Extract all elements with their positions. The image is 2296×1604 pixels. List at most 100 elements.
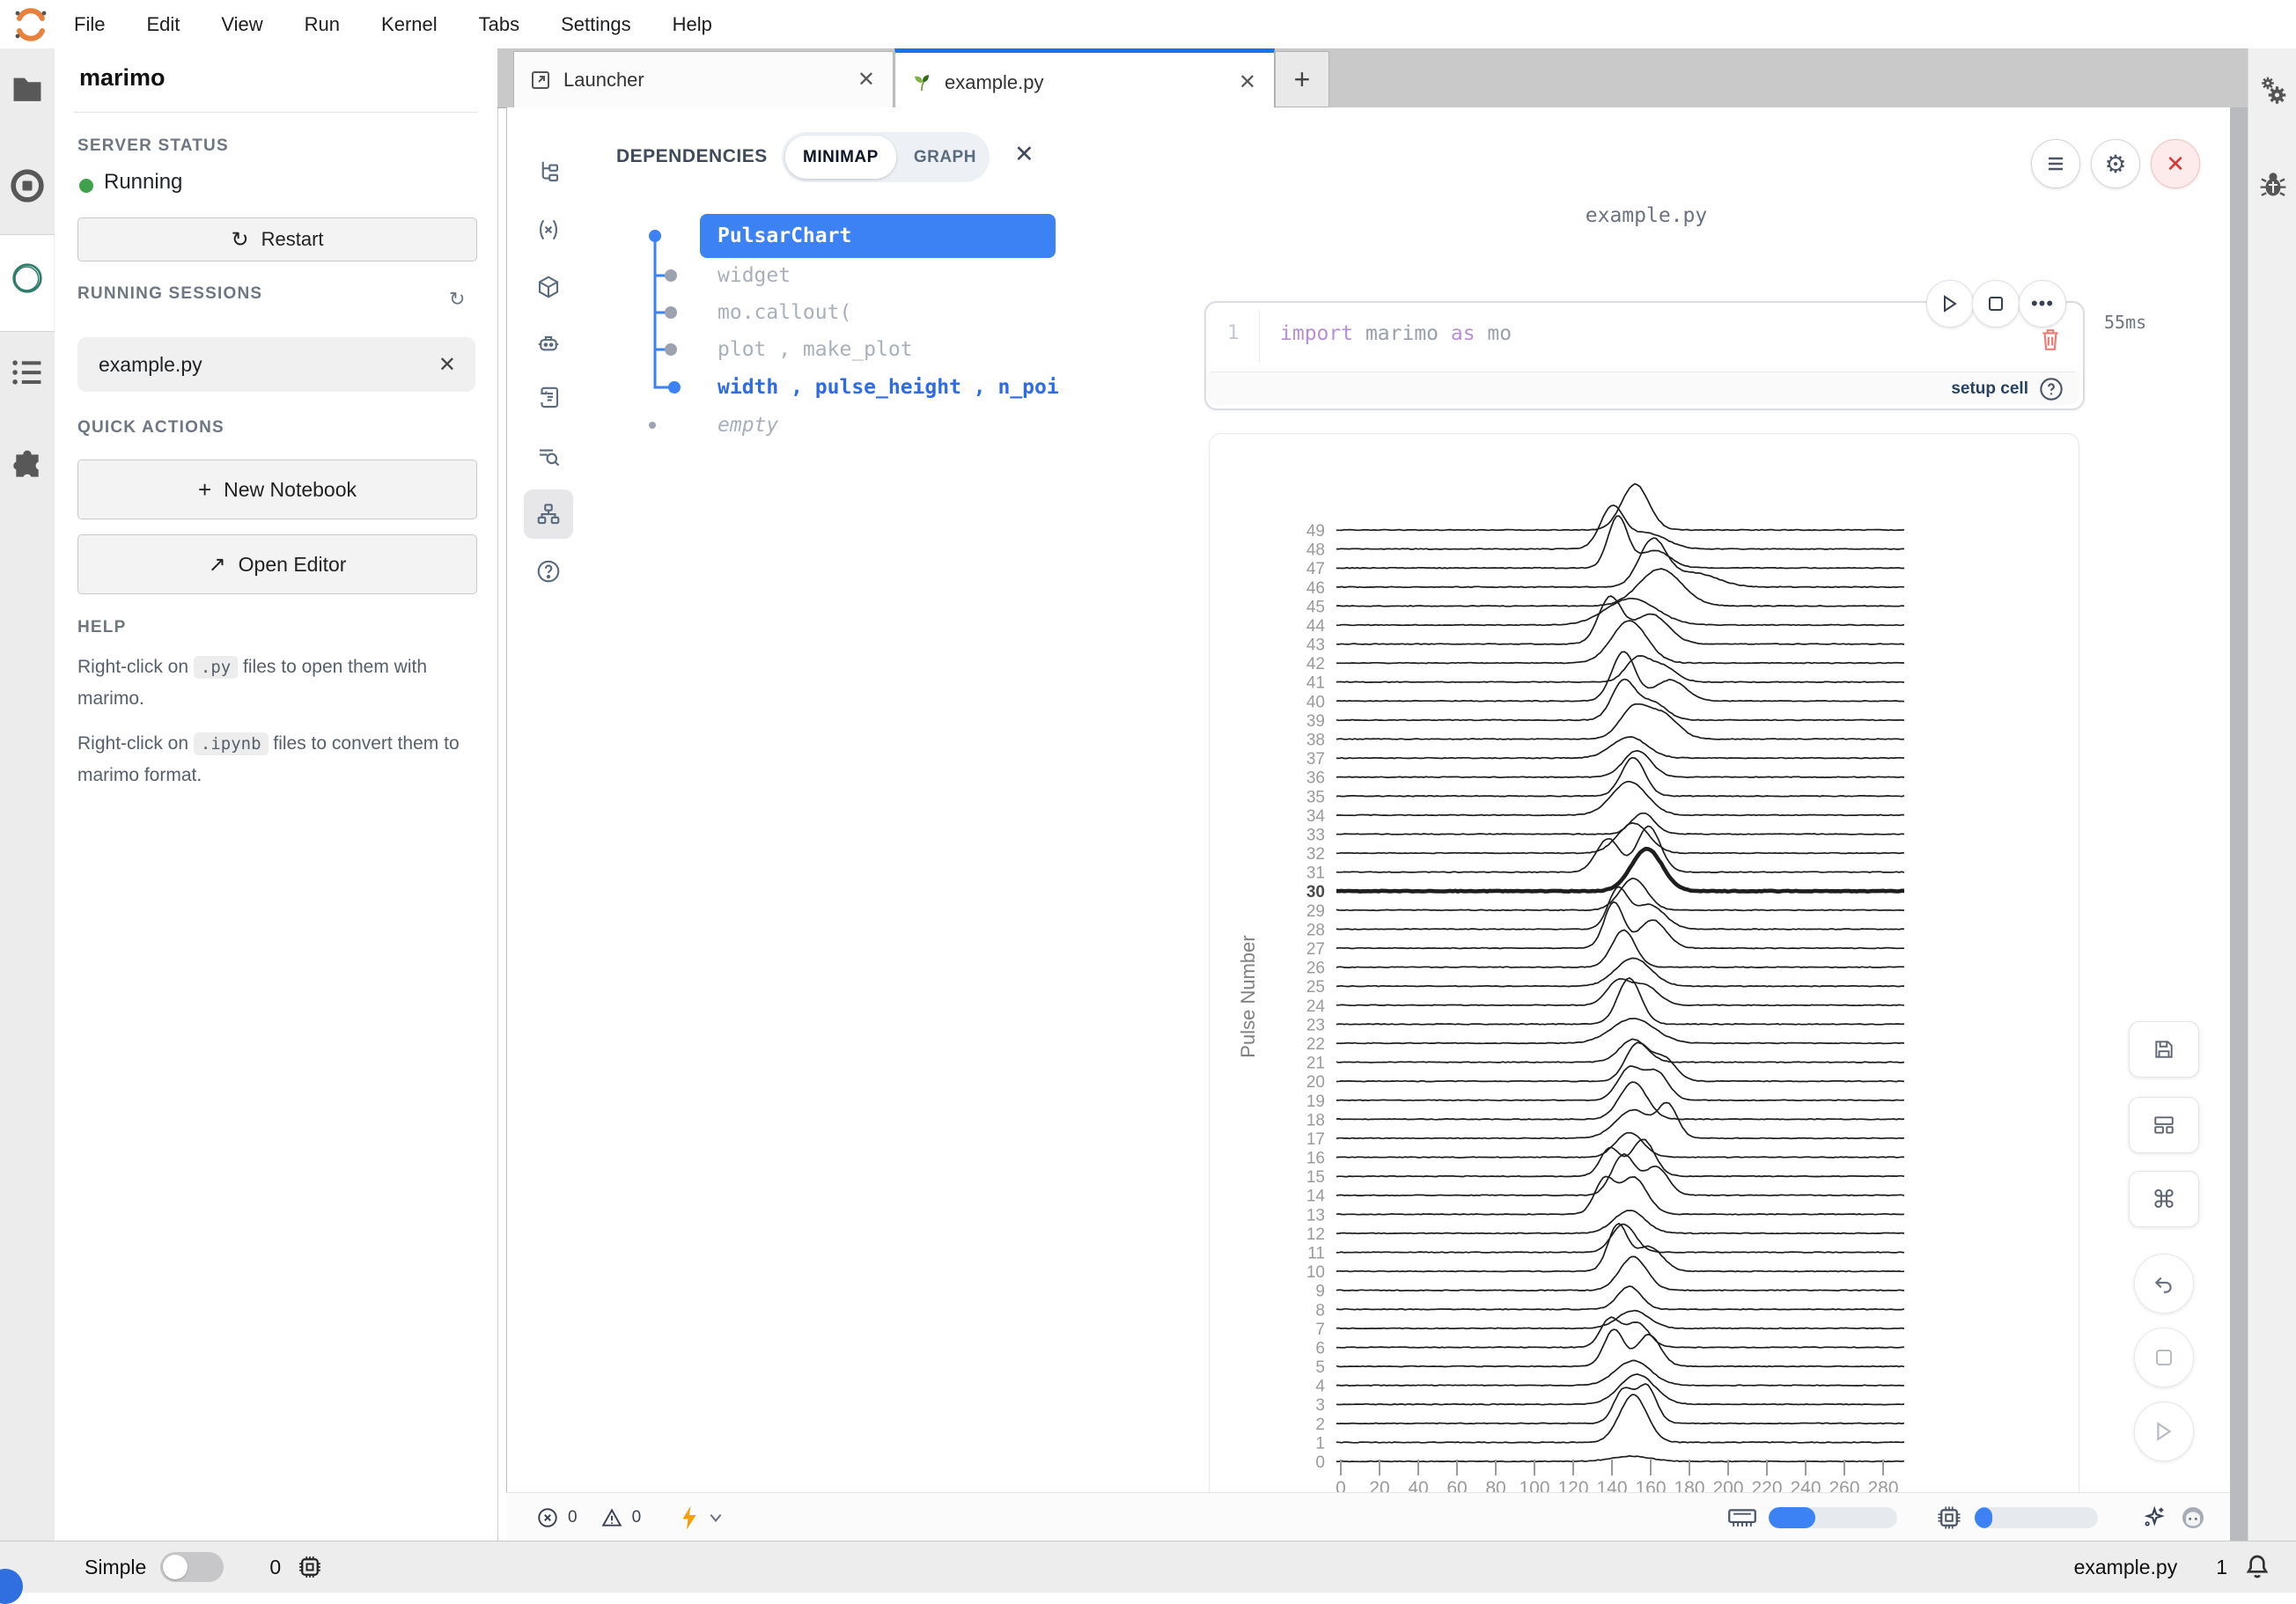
restart-button[interactable]: ↻ Restart	[77, 217, 477, 261]
new-tab-button[interactable]: +	[1275, 51, 1329, 107]
ai-sparkle-icon[interactable]	[2140, 1505, 2167, 1531]
bell-icon[interactable]	[2243, 1552, 2271, 1582]
extensions-icon[interactable]	[10, 448, 45, 483]
chevron-down-icon[interactable]	[708, 1510, 724, 1526]
cpu-usage-bar	[1975, 1507, 2098, 1528]
y-tick-label: 17	[1306, 1130, 1325, 1149]
pulse-waveform-14	[1336, 1154, 1904, 1196]
menu-kernel[interactable]: Kernel	[381, 13, 438, 36]
undo-button[interactable]	[2134, 1254, 2194, 1313]
y-tick-label: 20	[1306, 1073, 1325, 1092]
code-line[interactable]: import marimo as mo	[1280, 322, 1512, 345]
tree-item-5[interactable]: empty	[700, 404, 778, 446]
session-item[interactable]: example.py ✕	[77, 337, 475, 392]
menu-settings[interactable]: Settings	[561, 13, 631, 36]
tree-item-2[interactable]: mo.callout(	[700, 291, 851, 334]
y-tick-label: 19	[1306, 1093, 1325, 1111]
tree-item-0[interactable]: PulsarChart	[700, 214, 1056, 258]
open-editor-button[interactable]: ↗ Open Editor	[77, 534, 477, 594]
run-cell-button[interactable]	[1926, 280, 1974, 327]
tool-packages-icon[interactable]	[524, 262, 573, 312]
x-tick-label: 140	[1596, 1478, 1627, 1492]
code-chip: .ipynb	[194, 732, 269, 755]
help-circle-icon[interactable]	[2039, 377, 2064, 401]
tool-help-icon[interactable]	[524, 547, 573, 596]
y-axis-label: Pulse Number	[1237, 935, 1259, 1057]
warnings-icon[interactable]	[600, 1506, 623, 1529]
pulse-waveform-25	[1336, 958, 1904, 986]
tab-label: example.py	[945, 71, 1044, 94]
y-tick-label: 44	[1306, 617, 1326, 636]
interrupt-button[interactable]	[2134, 1328, 2194, 1387]
lightning-icon[interactable]	[680, 1505, 699, 1531]
errors-icon[interactable]	[536, 1506, 559, 1529]
tab-launcher[interactable]: Launcher✕	[513, 51, 894, 107]
new-notebook-button[interactable]: + New Notebook	[77, 460, 477, 519]
running-sessions-heading: RUNNING SESSIONS	[77, 284, 262, 304]
tool-outline-search-icon[interactable]	[524, 432, 573, 482]
y-tick-label: 39	[1306, 712, 1325, 731]
pulse-waveform-47	[1336, 516, 1904, 569]
tool-variables-icon[interactable]	[524, 205, 573, 254]
notebook-settings-button[interactable]: ⚙	[2091, 139, 2140, 188]
tool-dependencies-icon[interactable]	[524, 489, 573, 539]
files-icon[interactable]	[10, 71, 45, 107]
menu-run[interactable]: Run	[305, 13, 340, 36]
chip-icon[interactable]	[297, 1554, 323, 1580]
keyboard-shortcuts-button[interactable]: ⌘	[2129, 1171, 2199, 1227]
open-editor-label: Open Editor	[239, 553, 347, 577]
delete-cell-icon[interactable]	[2039, 327, 2062, 352]
x-tick-label: 0	[1336, 1478, 1346, 1492]
close-session-icon[interactable]: ✕	[438, 352, 456, 378]
tree-item-1[interactable]: widget	[700, 254, 791, 297]
pulse-waveform-23	[1336, 978, 1904, 1025]
shutdown-button[interactable]: ✕	[2151, 139, 2200, 188]
pulse-waveform-11	[1336, 1225, 1904, 1253]
pulse-waveform-31	[1336, 826, 1904, 872]
cell-runtime: 55ms	[2104, 312, 2146, 333]
menu-tabs[interactable]: Tabs	[479, 13, 519, 36]
menu-help[interactable]: Help	[673, 13, 712, 36]
notebook-footer: 0 0	[506, 1492, 2230, 1541]
tool-file-tree-icon[interactable]	[524, 147, 573, 196]
scrollbar[interactable]	[2230, 107, 2248, 1541]
menu-file[interactable]: File	[74, 13, 105, 36]
table-of-contents-icon[interactable]	[10, 355, 45, 390]
y-tick-label: 16	[1306, 1150, 1325, 1168]
refresh-sessions-icon[interactable]: ↻	[449, 288, 465, 311]
error-count: 0	[568, 1508, 578, 1527]
new-notebook-label: New Notebook	[224, 478, 357, 502]
divider	[0, 234, 55, 235]
layout-button[interactable]	[2129, 1097, 2199, 1153]
running-kernels-icon[interactable]	[10, 168, 45, 203]
settings-gears-icon[interactable]	[2257, 75, 2289, 110]
stop-icon	[2155, 1349, 2173, 1366]
menu-view[interactable]: View	[221, 13, 262, 36]
pulse-waveform-9	[1336, 1256, 1904, 1291]
run-all-button[interactable]	[2134, 1402, 2194, 1461]
tool-ai-assistant-icon[interactable]	[524, 320, 573, 369]
tab-example-py[interactable]: example.py ✕	[894, 48, 1275, 112]
simple-mode-toggle[interactable]	[160, 1552, 224, 1582]
activity-bar	[0, 48, 55, 1592]
menu-edit[interactable]: Edit	[146, 13, 180, 36]
y-tick-label: 22	[1306, 1035, 1325, 1054]
pulse-waveform-10	[1336, 1224, 1904, 1272]
tool-logs-icon[interactable]	[524, 373, 573, 423]
save-button[interactable]	[2129, 1021, 2199, 1078]
close-tab-icon[interactable]: ✕	[1233, 70, 1262, 95]
stop-cell-button[interactable]	[1972, 280, 2020, 327]
y-tick-label: 0	[1315, 1453, 1325, 1472]
marimo-logo-icon[interactable]	[10, 261, 45, 296]
y-tick-label: 49	[1306, 522, 1325, 541]
tree-item-4[interactable]: width , pulse_height , n_poi	[700, 366, 1059, 408]
tree-item-3[interactable]: plot , make_plot	[700, 328, 913, 371]
layout-grid-icon	[2152, 1114, 2175, 1137]
app-status-bar: Simple 0 example.py 1	[0, 1541, 2296, 1593]
warning-count: 0	[632, 1508, 642, 1527]
more-actions-button[interactable]: •••	[2019, 280, 2066, 327]
debug-bug-icon[interactable]	[2259, 170, 2287, 200]
close-tab-icon[interactable]: ✕	[852, 67, 880, 92]
notebook-menu-button[interactable]	[2031, 139, 2080, 188]
assistant-robot-icon[interactable]	[2179, 1504, 2207, 1532]
